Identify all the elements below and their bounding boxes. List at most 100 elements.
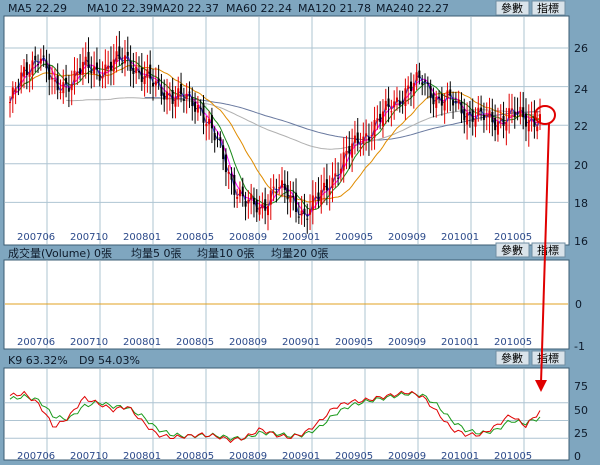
candle-body <box>272 186 275 188</box>
x-tick-label: 200909 <box>388 337 426 348</box>
kd-params-button[interactable]: 參數 <box>495 350 530 366</box>
candle-body <box>264 199 267 211</box>
price-y-axis: 26 24 22 20 18 16 <box>574 42 588 248</box>
candle-body <box>494 117 497 131</box>
price-panel: MA5 22.29 MA10 22.39 MA20 22.37 MA60 22.… <box>3 0 588 248</box>
candle-body <box>342 152 345 171</box>
candle-body <box>177 88 180 100</box>
legend-d9: D9 54.03% <box>79 354 140 367</box>
candle-body <box>404 88 407 106</box>
candle-body <box>426 83 429 85</box>
x-tick-label: 200905 <box>335 451 373 462</box>
candle-body <box>331 177 334 189</box>
candle-body <box>261 203 264 209</box>
candle-body <box>171 90 174 104</box>
candle-body <box>236 196 239 199</box>
price-y-tick: 16 <box>574 235 588 248</box>
candle-body <box>412 83 415 96</box>
price-params-button[interactable]: 參數 <box>495 0 530 16</box>
candle-body <box>457 99 460 104</box>
candle-body <box>194 101 197 112</box>
candle-body <box>121 63 124 65</box>
candle-body <box>325 179 328 191</box>
candle-body <box>258 206 261 215</box>
candle-body <box>222 145 225 160</box>
x-tick-label: 201005 <box>494 337 532 348</box>
candle-body <box>373 120 376 138</box>
kd-y-tick: 75 <box>574 380 588 393</box>
volume-panel: 成交量(Volume) 0張 均量5 0張 均量10 0張 均量20 0張 參數… <box>3 242 585 353</box>
x-tick-label: 200809 <box>229 232 267 243</box>
candle-body <box>401 100 404 103</box>
x-tick-label: 200809 <box>229 451 267 462</box>
candle-body <box>107 66 110 70</box>
candle-body <box>185 93 188 100</box>
candle-body <box>42 55 45 57</box>
candle-body <box>311 195 314 211</box>
candle-body <box>166 91 169 100</box>
candle-body <box>384 100 387 110</box>
x-tick-label: 201005 <box>494 232 532 243</box>
candle-body <box>432 93 435 105</box>
candle-body <box>334 173 337 177</box>
candle-body <box>379 113 382 122</box>
candle-body <box>292 195 295 197</box>
candle-body <box>320 190 323 205</box>
candle-body <box>109 61 112 71</box>
legend-ma60: MA60 22.24 <box>226 2 292 15</box>
kd-y-tick: 25 <box>574 427 588 440</box>
candle-body <box>323 182 326 191</box>
candle-body <box>446 90 449 98</box>
candle-body <box>283 183 286 190</box>
candle-body <box>199 108 202 110</box>
candle-body <box>241 186 244 197</box>
candle-body <box>295 192 298 212</box>
candle-body <box>202 103 205 123</box>
candle-body <box>516 112 519 114</box>
candle-body <box>306 218 309 220</box>
volume-y-axis: 0 -1 <box>574 298 585 353</box>
x-tick-label: 201001 <box>441 337 479 348</box>
volume-indicator-button[interactable]: 指標 <box>531 242 566 258</box>
candle-body <box>123 55 126 64</box>
kd-plot-area <box>3 367 570 461</box>
x-tick-label: 200805 <box>176 451 214 462</box>
candle-body <box>297 216 300 218</box>
candle-body <box>365 133 368 137</box>
candle-body <box>508 108 511 119</box>
candle-body <box>289 195 292 203</box>
candle-body <box>93 66 96 74</box>
legend-ma120: MA120 21.78 <box>298 2 371 15</box>
candle-body <box>160 87 163 97</box>
candle-body <box>39 58 42 64</box>
legend-volume: 成交量(Volume) 0張 <box>8 246 112 260</box>
candle-body <box>477 107 480 116</box>
volume-params-button[interactable]: 參數 <box>495 242 530 258</box>
candle-body <box>23 66 26 77</box>
candle-body <box>76 72 79 76</box>
candle-body <box>25 62 28 75</box>
price-indicator-button[interactable]: 指標 <box>531 0 566 16</box>
candle-body <box>20 72 23 86</box>
candle-body <box>317 192 320 202</box>
candle-body <box>278 187 281 189</box>
candle-body <box>146 69 149 78</box>
kd-params-label: 參數 <box>501 351 523 365</box>
candle-body <box>84 56 87 66</box>
candle-body <box>14 88 17 93</box>
candle-body <box>393 101 396 108</box>
candle-body <box>362 136 365 144</box>
legend-ma5: MA5 22.29 <box>8 2 67 15</box>
kd-indicator-button[interactable]: 指標 <box>531 350 566 366</box>
x-tick-label: 200801 <box>123 232 161 243</box>
candle-body <box>530 117 533 119</box>
candle-body <box>137 71 140 73</box>
candle-body <box>370 135 373 137</box>
x-tick-label: 200706 <box>17 232 55 243</box>
candle-body <box>429 85 432 99</box>
candle-body <box>135 67 138 74</box>
candle-body <box>303 208 306 215</box>
candle-body <box>104 64 107 75</box>
candle-body <box>440 93 443 106</box>
volume-indicator-label: 指標 <box>537 243 559 257</box>
